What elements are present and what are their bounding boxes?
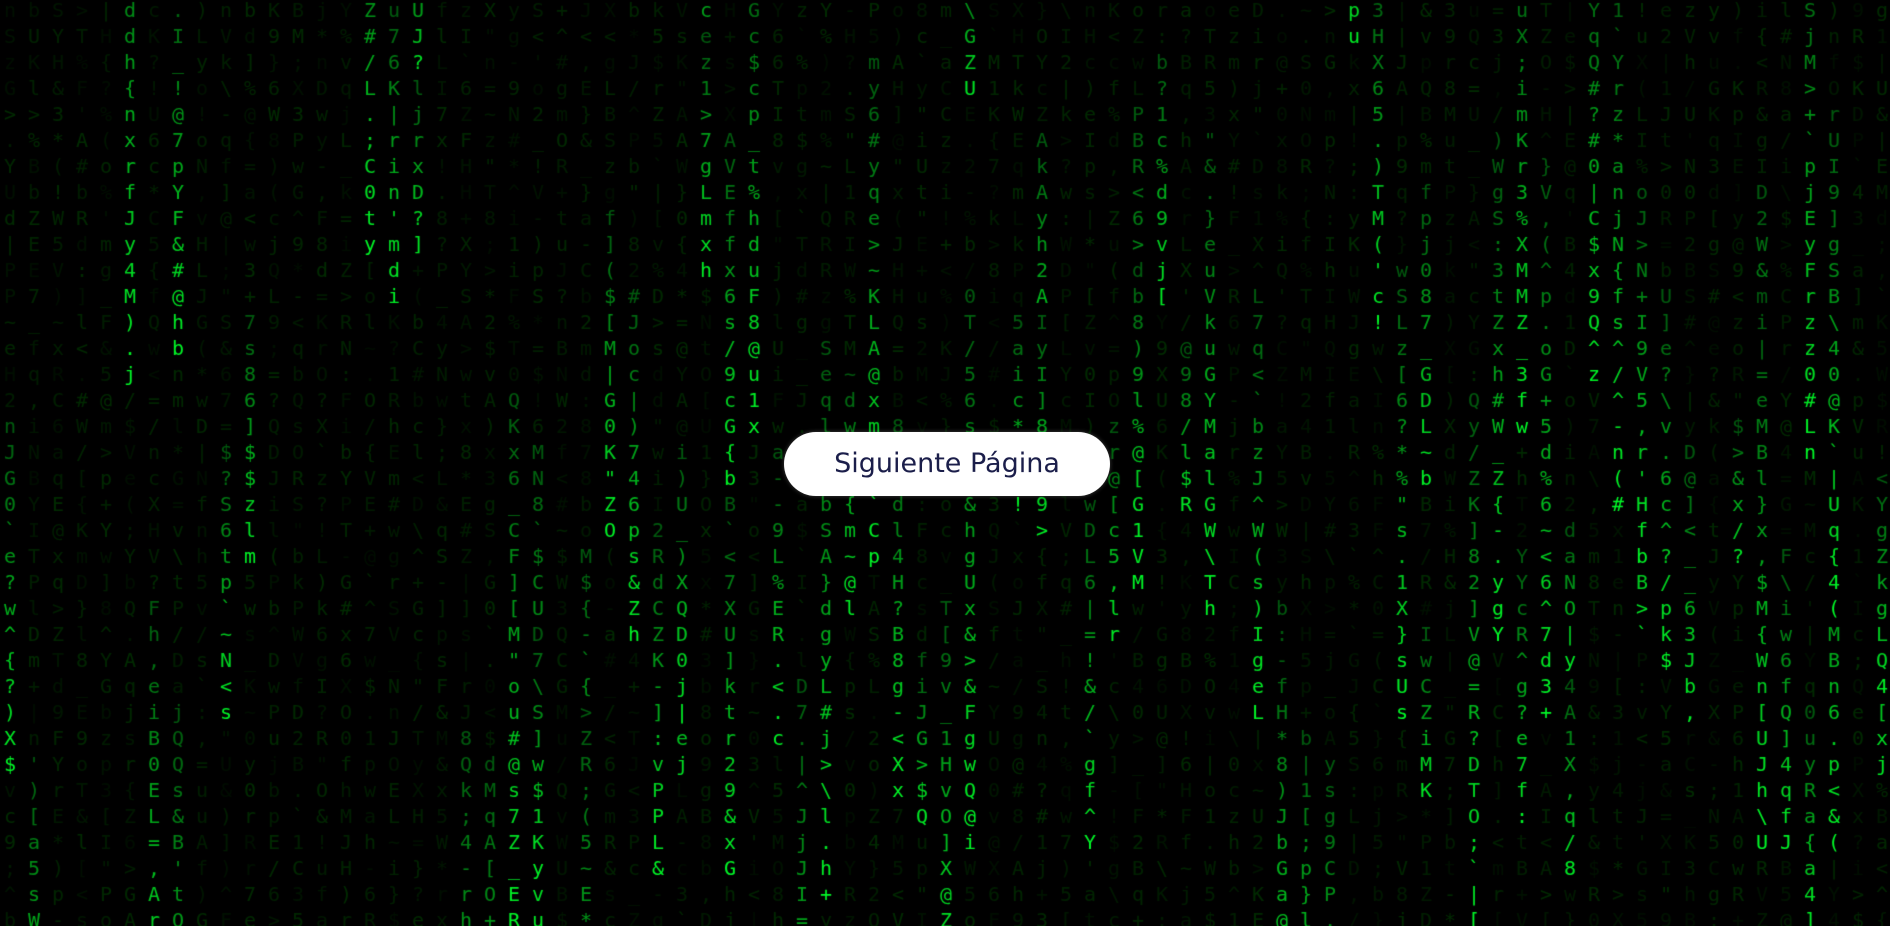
- next-page-button[interactable]: Siguiente Página: [784, 432, 1110, 496]
